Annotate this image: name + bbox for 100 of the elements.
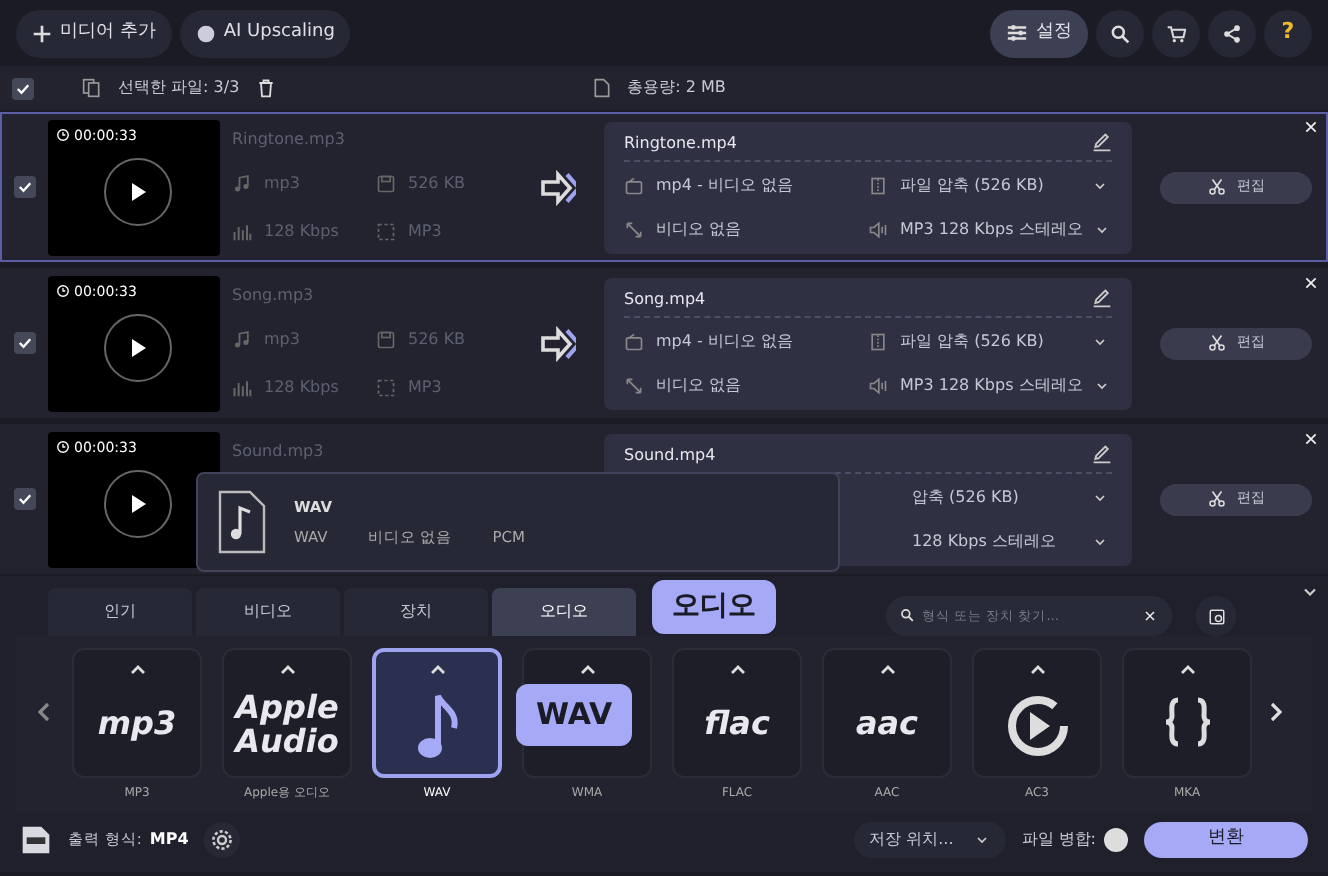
add-media-button[interactable]: 미디어 추가 bbox=[16, 9, 172, 57]
category-tab[interactable]: 오디오 bbox=[492, 588, 636, 636]
note-icon bbox=[232, 173, 252, 193]
format-tile[interactable] bbox=[972, 648, 1102, 778]
share-button[interactable] bbox=[1208, 9, 1256, 57]
total-size: 총용량: 2 MB bbox=[627, 76, 726, 100]
format-file-icon bbox=[20, 824, 52, 856]
check-icon bbox=[16, 178, 34, 196]
play-button[interactable] bbox=[104, 469, 172, 537]
output-file-name: Song.mp4 bbox=[624, 287, 706, 311]
cart-icon bbox=[1166, 23, 1186, 43]
clock-icon bbox=[56, 440, 70, 455]
output-setting: MP3 128 Kbps 스테레오 bbox=[900, 373, 1083, 397]
output-setting: 128 Kbps 스테레오 bbox=[912, 529, 1058, 553]
bars-icon bbox=[232, 377, 252, 397]
output-setting: mp4 - 비디오 없음 bbox=[656, 173, 795, 197]
category-tab[interactable]: 비디오 bbox=[196, 588, 340, 636]
source-size: 526 KB bbox=[408, 327, 466, 351]
bars-icon bbox=[232, 221, 252, 241]
chevron-down-icon bbox=[1094, 377, 1111, 393]
format-logo: flac bbox=[704, 708, 770, 742]
format-tile[interactable] bbox=[1122, 648, 1252, 778]
source-bitrate: 128 Kbps bbox=[264, 375, 339, 399]
source-codec: MP3 bbox=[408, 219, 442, 243]
settings-icon bbox=[210, 828, 235, 852]
format-tile[interactable]: Apple Audio bbox=[222, 648, 352, 778]
pencil-icon bbox=[1092, 131, 1112, 151]
tab-tooltip: 오디오 bbox=[652, 580, 776, 634]
source-size: 526 KB bbox=[408, 171, 466, 195]
checkbox[interactable] bbox=[12, 77, 34, 99]
source-codec: MP3 bbox=[408, 375, 442, 399]
output-setting: mp4 - 비디오 없음 bbox=[656, 329, 795, 353]
cart-button[interactable] bbox=[1152, 9, 1200, 57]
preview-button[interactable] bbox=[1196, 596, 1236, 636]
output-setting: 비디오 없음 bbox=[656, 373, 744, 397]
output-file-name: Sound.mp4 bbox=[624, 443, 716, 467]
plus-icon bbox=[32, 23, 52, 43]
format-tile[interactable] bbox=[372, 648, 502, 778]
close-icon bbox=[1304, 275, 1318, 290]
chevron-down-icon bbox=[1092, 489, 1108, 505]
convert-arrow-icon bbox=[540, 169, 576, 205]
chevron-down-icon bbox=[1094, 221, 1111, 237]
compression-icon bbox=[868, 175, 888, 195]
close-icon bbox=[1304, 431, 1318, 446]
merge-toggle[interactable] bbox=[1104, 828, 1128, 852]
clock-icon bbox=[56, 128, 70, 143]
source-bitrate: 128 Kbps bbox=[264, 219, 339, 243]
source-file-name: Sound.mp3 bbox=[232, 439, 324, 463]
play-button[interactable] bbox=[104, 157, 172, 225]
check-icon bbox=[16, 334, 34, 352]
play-button[interactable] bbox=[104, 313, 172, 381]
audio-file-icon bbox=[218, 490, 266, 554]
ai-upscaling-button[interactable]: AI Upscaling bbox=[179, 9, 351, 57]
chevron-down-icon bbox=[1092, 177, 1108, 193]
scissors-icon bbox=[1207, 178, 1225, 196]
settings-button[interactable]: 설정 bbox=[990, 9, 1088, 57]
source-format: mp3 bbox=[264, 171, 300, 195]
output-file-name: Ringtone.mp4 bbox=[624, 131, 737, 155]
audio-icon bbox=[868, 375, 888, 395]
source-file-name: Song.mp3 bbox=[232, 283, 314, 307]
format-tooltip: WAV bbox=[516, 684, 633, 745]
convert-button[interactable]: 변환 bbox=[1144, 822, 1308, 858]
search-icon bbox=[1110, 23, 1130, 43]
category-tab[interactable]: 장치 bbox=[344, 588, 488, 636]
container-icon bbox=[624, 175, 644, 195]
checkbox[interactable] bbox=[14, 332, 36, 354]
chevron-down-icon bbox=[1092, 333, 1108, 349]
sliders-icon bbox=[1006, 22, 1028, 44]
selected-files-count: 선택한 파일: 3/3 bbox=[118, 76, 240, 100]
search-button[interactable] bbox=[1096, 9, 1144, 57]
chevron-down-icon bbox=[1092, 533, 1108, 549]
check-icon bbox=[14, 79, 32, 97]
output-setting: 압축 (526 KB) bbox=[912, 485, 1021, 509]
checkbox[interactable] bbox=[14, 176, 36, 198]
play-icon bbox=[126, 491, 150, 515]
source-format: mp3 bbox=[264, 327, 300, 351]
output-setting: 파일 압축 (526 KB) bbox=[900, 329, 1046, 353]
category-tab[interactable]: 인기 bbox=[48, 588, 192, 636]
help-button[interactable]: ? bbox=[1264, 9, 1312, 57]
video-icon bbox=[624, 219, 644, 239]
checkbox[interactable] bbox=[14, 488, 36, 510]
output-setting: MP3 128 Kbps 스테레오 bbox=[900, 217, 1083, 241]
search-icon bbox=[900, 608, 914, 622]
play-icon bbox=[126, 335, 150, 359]
output-setting: 비디오 없음 bbox=[656, 217, 744, 241]
play-icon bbox=[126, 179, 150, 203]
pencil-icon bbox=[1092, 287, 1112, 307]
music-note-icon bbox=[413, 689, 461, 761]
format-tile[interactable]: flac bbox=[672, 648, 802, 778]
save-location-dropdown[interactable]: 저장 위치... bbox=[853, 822, 1006, 858]
play-circle-icon bbox=[1003, 691, 1071, 759]
format-tile[interactable]: mp3 bbox=[72, 648, 202, 778]
note-icon bbox=[232, 329, 252, 349]
chevron-down-icon bbox=[973, 832, 990, 848]
settings-button[interactable] bbox=[204, 822, 241, 858]
document-icon bbox=[591, 78, 612, 98]
format-tile[interactable]: aac bbox=[822, 648, 952, 778]
format-logo: mp3 bbox=[97, 708, 177, 742]
close-icon bbox=[1304, 119, 1318, 134]
output-format: MP4 bbox=[149, 828, 189, 852]
